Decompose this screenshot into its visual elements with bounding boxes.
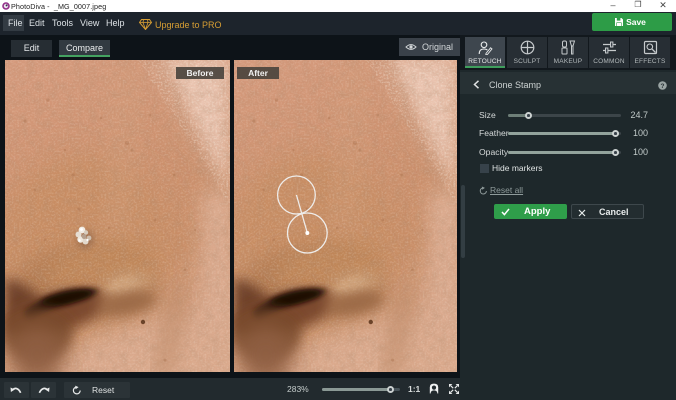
svg-text:?: ? [661,83,665,90]
